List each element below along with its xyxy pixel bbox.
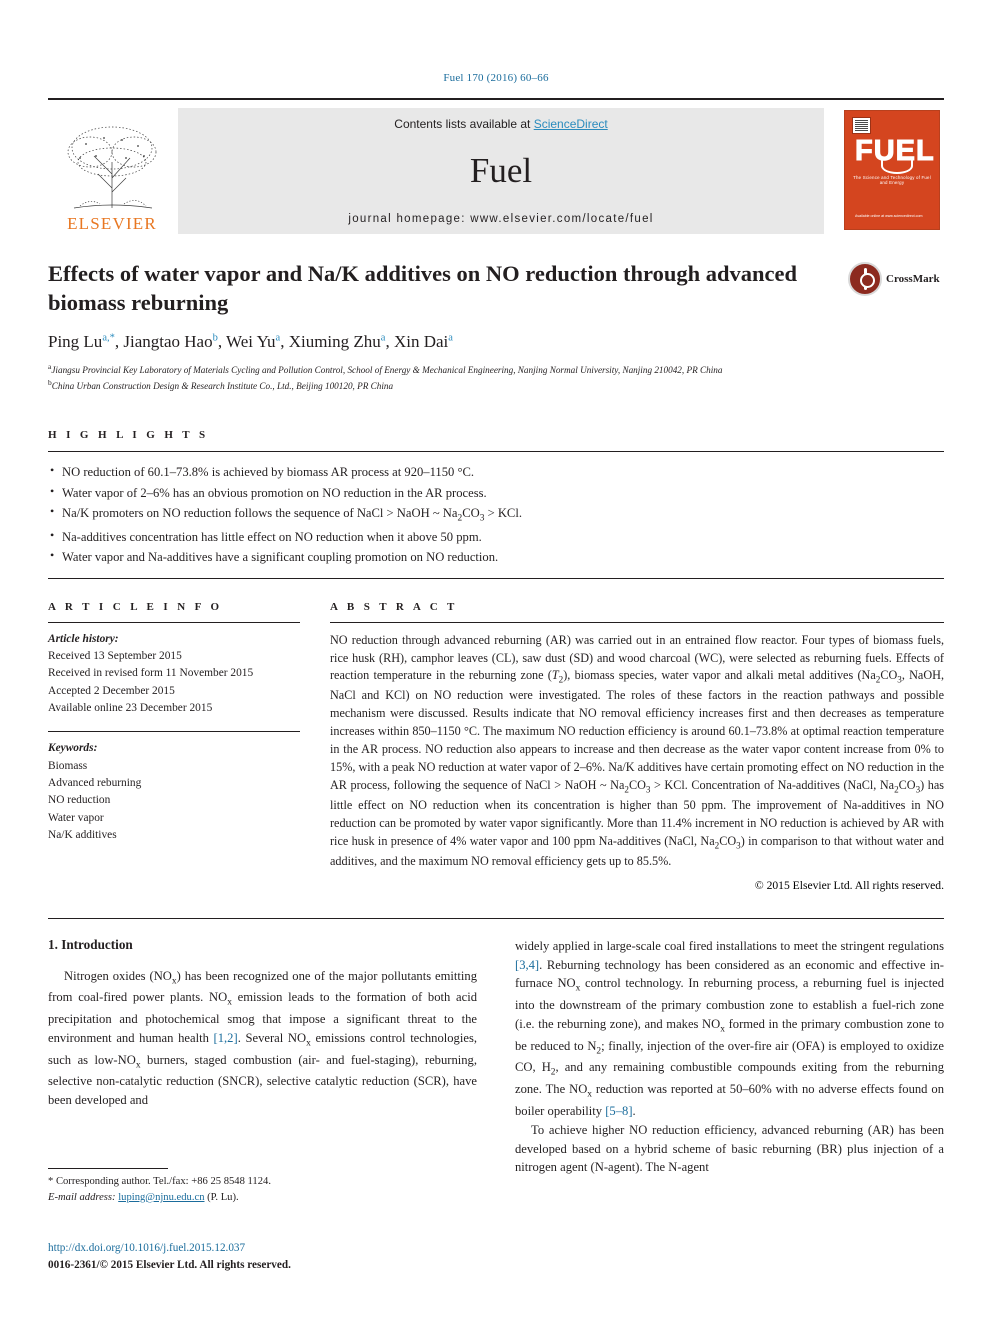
author-name: Wei Yu [226, 331, 276, 351]
history-item: Available online 23 December 2015 [48, 701, 213, 714]
email-link[interactable]: luping@njnu.edu.cn [118, 1192, 204, 1203]
contents-band: Contents lists available at ScienceDirec… [178, 108, 824, 234]
highlight-text: NO reduction of 60.1–73.8% is achieved b… [62, 465, 475, 480]
keywords-block: Keywords: Biomass Advanced reburning NO … [48, 732, 300, 844]
citation-link[interactable]: [5–8] [605, 1104, 632, 1118]
email-suffix: (P. Lu). [207, 1191, 239, 1203]
highlight-text: Na-additives concentration has little ef… [62, 529, 482, 544]
running-head: Fuel 170 (2016) 60–66 [443, 72, 549, 84]
author-item: Wei Yua [226, 332, 280, 351]
article-info-section: A R T I C L E I N F O Article history: R… [48, 601, 300, 892]
article-history-block: Article history: Received 13 September 2… [48, 623, 300, 718]
keyword-item: Advanced reburning [48, 776, 142, 789]
history-item: Received in revised form 11 November 201… [48, 667, 254, 680]
affiliation-text: China Urban Construction Design & Resear… [51, 380, 394, 391]
body-divider-rule [48, 917, 944, 919]
elsevier-logo: ELSEVIER [48, 108, 176, 234]
author-affiliation-mark[interactable]: a,* [102, 332, 115, 343]
keyword-item: Biomass [48, 759, 88, 772]
cover-background: FUEL The Science and Technology of Fuel … [844, 110, 940, 230]
journal-title: Fuel [469, 150, 533, 190]
cover-subtitle: The Science and Technology of Fuel and E… [853, 175, 931, 185]
highlight-text: Water vapor of 2–6% has an obvious promo… [62, 485, 487, 500]
keyword-item: Na/K additives [48, 828, 117, 841]
article-first-page: Fuel 170 (2016) 60–66 ELSEVIER Contents … [0, 0, 992, 1323]
crossmark-badge[interactable]: CrossMark [848, 262, 944, 296]
crossmark-icon [848, 262, 882, 296]
abstract-text: NO reduction through advanced reburning … [330, 632, 945, 868]
doi-link[interactable]: http://dx.doi.org/10.1016/j.fuel.2015.12… [48, 1240, 608, 1257]
author-affiliation-mark[interactable]: a [276, 332, 281, 343]
author-affiliation-mark[interactable]: b [213, 332, 218, 343]
paragraph: To achieve higher NO reduction efficienc… [515, 1122, 944, 1175]
page-footer: http://dx.doi.org/10.1016/j.fuel.2015.12… [48, 1240, 608, 1274]
abstract-heading: A B S T R A C T [330, 600, 458, 613]
title-block: Effects of water vapor and Na/K additive… [48, 260, 944, 393]
abstract-copyright: © 2015 Elsevier Ltd. All rights reserved… [754, 878, 944, 892]
cover-swoosh-icon [881, 158, 913, 174]
keywords-label: Keywords: [48, 742, 98, 755]
list-item: Na-additives concentration has little ef… [48, 526, 944, 547]
elsevier-tree-icon [67, 126, 157, 209]
body-column-right: widely applied in large-scale coal fired… [515, 937, 944, 1178]
highlights-rule-bottom [48, 577, 944, 579]
body-columns: 1. Introduction Nitrogen oxides (NOx) ha… [48, 937, 944, 1178]
info-abstract-row: A R T I C L E I N F O Article history: R… [48, 601, 944, 892]
keyword-item: Water vapor [48, 811, 104, 824]
issn-copyright-line: 0016-2361/© 2015 Elsevier Ltd. All right… [48, 1258, 291, 1271]
author-name: Jiangtao Hao [123, 331, 213, 351]
footnote-block: * Corresponding author. Tel./fax: +86 25… [48, 1168, 448, 1206]
author-name: Ping Lu [48, 331, 103, 351]
citation-link[interactable]: [1,2] [214, 1031, 238, 1045]
list-item: Water vapor and Na-additives have a sign… [48, 546, 944, 567]
corresponding-author-note: * Corresponding author. Tel./fax: +86 25… [48, 1176, 271, 1187]
author-affiliation-mark[interactable]: a [381, 332, 386, 343]
sciencedirect-link[interactable]: ScienceDirect [534, 117, 608, 131]
author-item: Xin Daia [394, 332, 453, 351]
section-title-introduction: 1. Introduction [48, 936, 133, 952]
paragraph: widely applied in large-scale coal fired… [515, 938, 944, 1118]
author-list: Ping Lua,*, Jiangtao Haob, Wei Yua, Xium… [48, 331, 453, 351]
history-item: Accepted 2 December 2015 [48, 684, 175, 697]
cover-elsevier-mark-icon [852, 117, 871, 134]
elsevier-wordmark: ELSEVIER [67, 214, 157, 233]
author-name: Xiuming Zhu [288, 331, 381, 351]
highlight-text: Na/K promoters on NO reduction follows t… [62, 506, 522, 524]
affiliation-item: aJiangsu Provincial Key Laboratory of Ma… [48, 361, 944, 377]
list-item: Na/K promoters on NO reduction follows t… [48, 502, 944, 527]
highlights-section: H I G H L I G H T S NO reduction of 60.1… [48, 429, 944, 579]
author-affiliation-mark[interactable]: a [448, 332, 453, 343]
author-item: Xiuming Zhua [289, 332, 386, 351]
crossmark-label: CrossMark [886, 273, 940, 285]
affiliation-item: bChina Urban Construction Design & Resea… [48, 377, 944, 393]
cover-footer-text: Available online at www.sciencedirect.co… [855, 213, 923, 218]
email-label: E-mail address: [48, 1191, 116, 1203]
footnote-rule [48, 1168, 168, 1169]
keyword-item: NO reduction [48, 794, 111, 807]
highlight-text: Water vapor and Na-additives have a sign… [62, 550, 499, 565]
contents-available-line: Contents lists available at ScienceDirec… [394, 117, 607, 131]
journal-masthead: ELSEVIER Contents lists available at Sci… [48, 98, 944, 234]
author-name: Xin Dai [393, 331, 449, 351]
citation-link[interactable]: [3,4] [515, 958, 539, 972]
author-item: Jiangtao Haob [123, 332, 217, 351]
abstract-section: A B S T R A C T NO reduction through adv… [330, 601, 944, 892]
list-item: NO reduction of 60.1–73.8% is achieved b… [48, 461, 944, 482]
affiliation-text: Jiangsu Provincial Key Laboratory of Mat… [51, 364, 723, 375]
journal-cover-thumbnail: FUEL The Science and Technology of Fuel … [838, 108, 944, 234]
article-info-heading: A R T I C L E I N F O [48, 600, 223, 613]
highlights-list: NO reduction of 60.1–73.8% is achieved b… [48, 452, 944, 577]
article-history-label: Article history: [48, 632, 119, 645]
affiliation-list: aJiangsu Provincial Key Laboratory of Ma… [48, 361, 944, 394]
body-column-left: 1. Introduction Nitrogen oxides (NOx) ha… [48, 937, 477, 1178]
list-item: Water vapor of 2–6% has an obvious promo… [48, 482, 944, 503]
paragraph: Nitrogen oxides (NOx) has been recognize… [48, 968, 478, 1108]
author-item: Ping Lua,* [48, 332, 115, 351]
page-title: Effects of water vapor and Na/K additive… [48, 261, 798, 315]
email-note: E-mail address: luping@njnu.edu.cn (P. L… [48, 1190, 448, 1206]
highlights-heading: H I G H L I G H T S [48, 429, 209, 442]
contents-prefix: Contents lists available at [394, 117, 534, 131]
history-item: Received 13 September 2015 [48, 649, 182, 662]
journal-homepage-line[interactable]: journal homepage: www.elsevier.com/locat… [348, 213, 653, 225]
